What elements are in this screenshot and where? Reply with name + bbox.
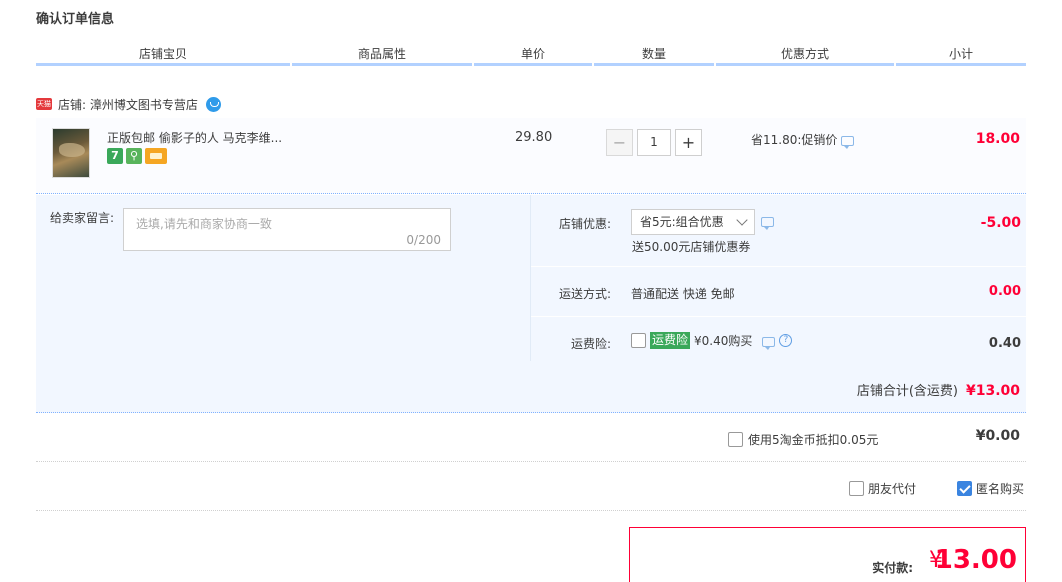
friend-pay-option[interactable]: 朋友代付 <box>849 480 916 497</box>
seller-message-placeholder: 选填,请先和商家协商一致 <box>136 217 272 231</box>
card-payment-icon[interactable] <box>145 148 167 164</box>
col-header-store-item: 店铺宝贝 <box>36 44 290 66</box>
use-coins-checkbox[interactable] <box>728 432 743 447</box>
chevron-down-icon <box>736 214 748 226</box>
col-header-unit-price: 单价 <box>474 44 592 66</box>
insurance-label: 运费险: <box>570 337 611 351</box>
quantity-input[interactable]: 1 <box>637 129 671 156</box>
use-coins-label: 使用5淘金币抵扣0.05元 <box>748 433 879 447</box>
shipping-label: 运送方式: <box>558 287 611 301</box>
comment-icon[interactable] <box>762 337 776 350</box>
insurance-checkbox[interactable] <box>631 333 646 348</box>
coins-row: 使用5淘金币抵扣0.05元 ¥0.00 <box>36 414 1026 462</box>
seven-day-return-icon[interactable]: 7 <box>107 148 123 164</box>
anonymous-purchase-label: 匿名购买 <box>976 482 1025 496</box>
item-service-badges: 7 ⚲ <box>107 148 167 164</box>
store-discount-value: -5.00 <box>980 215 1021 231</box>
comment-icon[interactable] <box>841 136 855 149</box>
store-discount-selected: 省5元:组合优惠 <box>640 215 724 229</box>
anonymous-purchase-checkbox[interactable] <box>957 481 972 496</box>
store-total: 店铺合计(含运费) ¥13.00 <box>857 380 1020 399</box>
shipping-row: 运送方式: 普通配送 快递 免邮 0.00 <box>531 267 1027 317</box>
table-header: 店铺宝贝 商品属性 单价 数量 优惠方式 小计 <box>36 44 1026 66</box>
item-subtotal: 18.00 <box>975 131 1020 147</box>
shipping-fee: 0.00 <box>988 284 1021 299</box>
insurance-option: 运费险 ¥0.40购买 ? <box>631 332 793 350</box>
col-header-quantity: 数量 <box>594 44 714 66</box>
col-header-subtotal: 小计 <box>896 44 1026 66</box>
store-name[interactable]: 店铺: 漳州博文图书专营店 <box>58 96 198 113</box>
page-title: 确认订单信息 <box>36 12 115 27</box>
promotion-text: 省11.80:促销价 <box>751 133 838 147</box>
payment-options-row: 朋友代付 匿名购买 <box>36 463 1026 511</box>
insurance-price: ¥0.40购买 <box>694 334 753 348</box>
seller-message-char-count: 0/200 <box>406 233 441 247</box>
store-discount-label: 店铺优惠: <box>558 217 611 231</box>
insurance-tag: 运费险 <box>650 332 691 349</box>
store-settings-panel: 店铺优惠: 省5元:组合优惠 送50.00元店铺优惠券 -5.00 运送方式: … <box>530 195 1027 361</box>
payment-summary-box: 实付款: ¥ 13.00 <box>629 527 1026 582</box>
store-row: 天猫 店铺: 漳州博文图书专营店 <box>36 96 221 112</box>
item-thumbnail[interactable] <box>52 128 90 178</box>
item-promotion: 省11.80:促销价 <box>751 131 855 149</box>
shipping-method: 普通配送 快递 免邮 <box>631 287 735 301</box>
help-icon[interactable]: ? <box>779 334 793 347</box>
unit-price: 29.80 <box>515 130 553 145</box>
quantity-decrease-button[interactable]: − <box>606 129 633 156</box>
store-total-value: ¥13.00 <box>965 383 1020 399</box>
insurance-row: 运费险: 运费险 ¥0.40购买 ? 0.40 <box>531 317 1027 361</box>
use-coins-option[interactable]: 使用5淘金币抵扣0.05元 <box>728 431 878 448</box>
friend-pay-checkbox[interactable] <box>849 481 864 496</box>
col-header-promotion: 优惠方式 <box>716 44 894 66</box>
quantity-stepper: − 1 + <box>606 129 702 156</box>
store-total-label: 店铺合计(含运费) <box>856 384 958 399</box>
comment-icon[interactable] <box>761 217 774 230</box>
col-header-attributes: 商品属性 <box>292 44 472 66</box>
wangwang-chat-icon[interactable] <box>205 96 221 112</box>
friend-pay-label: 朋友代付 <box>868 482 917 496</box>
actual-payment-label: 实付款: <box>872 561 913 575</box>
seller-message-label: 给卖家留言: <box>50 211 115 225</box>
item-title[interactable]: 正版包邮 偷影子的人 马克李维... <box>107 129 282 146</box>
actual-payment-amount: 13.00 <box>934 545 1017 575</box>
tmall-icon: 天猫 <box>36 98 52 110</box>
store-discount-select[interactable]: 省5元:组合优惠 <box>631 209 755 235</box>
anonymous-purchase-option[interactable]: 匿名购买 <box>957 480 1024 497</box>
order-options-panel: 给卖家留言: 选填,请先和商家协商一致 0/200 店铺优惠: 省5元:组合优惠… <box>36 195 1027 413</box>
store-coupon-note: 送50.00元店铺优惠券 <box>632 240 751 254</box>
store-discount-row: 店铺优惠: 省5元:组合优惠 送50.00元店铺优惠券 -5.00 <box>531 195 1027 267</box>
gift-icon[interactable]: ⚲ <box>126 148 142 164</box>
order-item-row: 正版包邮 偷影子的人 马克李维... 7 ⚲ 29.80 − 1 + 省11.8… <box>36 118 1026 194</box>
seller-message-input[interactable]: 选填,请先和商家协商一致 0/200 <box>123 208 451 251</box>
quantity-increase-button[interactable]: + <box>675 129 702 156</box>
coins-deduction-value: ¥0.00 <box>975 428 1020 444</box>
insurance-fee: 0.40 <box>988 336 1021 351</box>
